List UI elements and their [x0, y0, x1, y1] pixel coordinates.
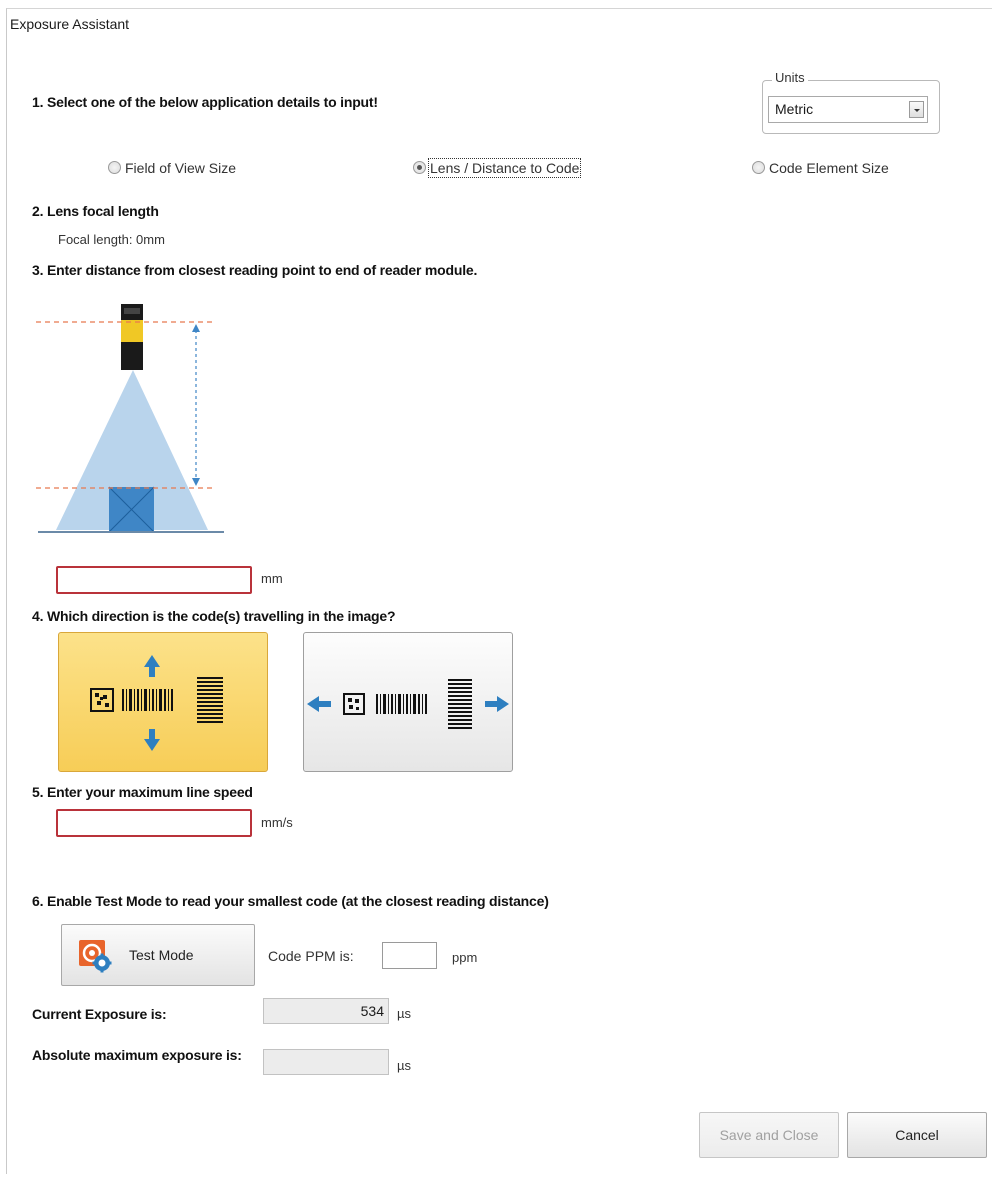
current-exposure-label: Current Exposure is:: [32, 1006, 167, 1022]
radio-label-lens-distance[interactable]: Lens / Distance to Code: [427, 158, 582, 178]
test-mode-icon: [79, 940, 112, 973]
window-title: Exposure Assistant: [10, 16, 130, 32]
units-select[interactable]: Metric: [768, 96, 928, 123]
step4-heading: 4. Which direction is the code(s) travel…: [32, 608, 396, 624]
max-exposure-label: Absolute maximum exposure is:: [32, 1047, 242, 1063]
ppm-label: Code PPM is:: [268, 948, 354, 964]
max-exposure-field: [263, 1049, 389, 1075]
max-exposure-unit: µs: [397, 1058, 411, 1073]
current-exposure-unit: µs: [397, 1006, 411, 1021]
radio-label-code-element[interactable]: Code Element Size: [769, 160, 889, 176]
test-mode-button[interactable]: Test Mode: [61, 924, 255, 986]
vertical-direction-icon: [90, 655, 223, 751]
radio-label-field-of-view[interactable]: Field of View Size: [125, 160, 236, 176]
ppm-input[interactable]: [382, 942, 437, 969]
reader-distance-diagram: [36, 304, 224, 533]
step2-heading: 2. Lens focal length: [32, 203, 159, 219]
ppm-unit: ppm: [452, 950, 478, 965]
step3-heading: 3. Enter distance from closest reading p…: [32, 262, 478, 278]
line-speed-unit: mm/s: [261, 815, 293, 830]
cancel-button[interactable]: Cancel: [847, 1112, 987, 1158]
current-exposure-value: 534: [360, 1003, 384, 1019]
step5-heading: 5. Enter your maximum line speed: [32, 784, 253, 800]
distance-unit: mm: [261, 571, 283, 586]
units-legend: Units: [772, 70, 808, 85]
direction-vertical-button[interactable]: [58, 632, 268, 772]
radio-field-of-view[interactable]: [108, 161, 121, 174]
horizontal-direction-icon: [307, 679, 509, 729]
line-speed-input[interactable]: [56, 809, 252, 837]
distance-input[interactable]: [56, 566, 252, 594]
chevron-down-icon[interactable]: [909, 101, 924, 118]
radio-code-element[interactable]: [752, 161, 765, 174]
current-exposure-field: 534: [263, 998, 389, 1024]
direction-horizontal-button[interactable]: [303, 632, 513, 772]
units-selected-value: Metric: [775, 101, 814, 117]
test-mode-label: Test Mode: [129, 947, 194, 963]
step1-heading: 1. Select one of the below application d…: [32, 94, 378, 110]
focal-length-text: Focal length: 0mm: [58, 232, 165, 247]
step6-heading: 6. Enable Test Mode to read your smalles…: [32, 893, 549, 909]
save-and-close-button[interactable]: Save and Close: [699, 1112, 839, 1158]
radio-lens-distance[interactable]: [413, 161, 426, 174]
